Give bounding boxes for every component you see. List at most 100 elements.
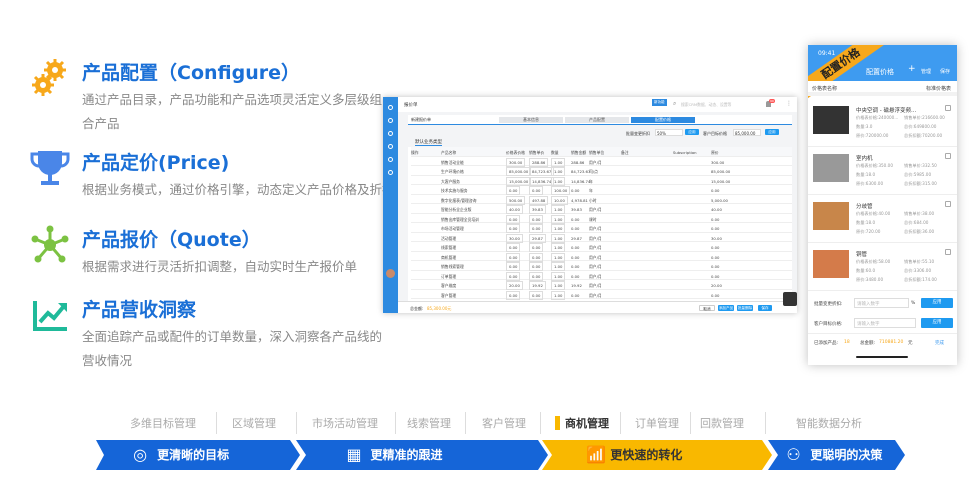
product-image [813, 202, 849, 230]
add-button[interactable]: + [908, 64, 916, 74]
list-price: 价格表价格:240000... [856, 115, 899, 120]
original-price: 15,000.00 [711, 178, 731, 184]
mobile-target-input[interactable]: 请输入数字 [854, 318, 916, 328]
table-row[interactable]: 数字化报表/管理咨询 500.00 497.88 10.00 4,978.81 小时 5,0… [411, 195, 792, 205]
target-icon: ◎ [133, 445, 148, 464]
apply-discount-button[interactable]: 应用 [685, 129, 699, 135]
status-time: 09:41 [818, 50, 836, 57]
sale-amount: 29.87 [571, 235, 582, 241]
nav-item[interactable]: 客户管理 [482, 415, 526, 431]
table-row[interactable]: 活动管理 30.00 29.87 1.00 29.87 用户/月 30.00 [411, 233, 792, 243]
feature-title: 产品报价（Quote） [82, 229, 261, 251]
original-price: 原价:6300.00 [856, 181, 884, 186]
pricebook-value[interactable]: 标准价格表 [926, 85, 951, 92]
table-row[interactable]: 市场活动管理 0.00 0.00 1.00 0.00 用户/月 0.00 [411, 223, 792, 233]
edit-icon[interactable] [945, 249, 951, 255]
nav-item[interactable]: 线索管理 [407, 415, 451, 431]
column-header: 数量 [551, 150, 559, 155]
discount-amount: 总折扣额:70200.00 [904, 133, 943, 138]
nav-item[interactable]: 商机管理 [565, 415, 609, 431]
home-indicator [856, 356, 908, 358]
table-row[interactable]: 客户管理 0.00 0.00 1.00 0.00 用户/月 0.00 [411, 290, 792, 300]
product-name: 销售出库管理全员培训 [441, 216, 479, 222]
edit-icon[interactable] [945, 201, 951, 207]
nav-item[interactable]: 区域管理 [232, 415, 276, 431]
clock-icon[interactable] [388, 170, 393, 175]
unit: 用户/月 [589, 254, 602, 260]
notification-count: 99 [769, 99, 775, 103]
product-card[interactable]: 铜管 价格表价格:58.00 销售单价:55.10 数量:60.0 总价:330… [808, 244, 957, 291]
divider [465, 412, 466, 434]
mobile-apply-target[interactable]: 应用 [921, 318, 953, 328]
page-title: 新建报价单 [411, 117, 431, 122]
nav-item[interactable]: 订单管理 [635, 415, 679, 431]
table-row[interactable]: 销售活动全能 300.00 288.86 1.00 288.86 用户/月 300.00 [411, 157, 792, 167]
table-row[interactable]: 生产环境价格 85,000.00 84,723.67 1.00 84,723.67 司/点… [411, 166, 792, 176]
home-icon[interactable] [388, 118, 393, 123]
table-row[interactable]: 大客户服务 15,000.00 14,836.74 1.00 14,836.74 年 15,… [411, 176, 792, 186]
table-row[interactable]: 商机管理 0.00 0.00 1.00 0.00 用户/月 0.00 [411, 252, 792, 262]
nav-item[interactable]: 智能数据分析 [796, 415, 862, 431]
edit-icon[interactable] [945, 105, 951, 111]
product-card[interactable]: 分歧管 价格表价格:40.00 销售单价:38.00 数量:18.0 总价:68… [808, 196, 957, 243]
table-row[interactable]: 线索管理 0.00 0.00 1.00 0.00 用户/月 0.00 [411, 242, 792, 252]
grid-search-icon: ▦ [346, 445, 362, 464]
search-input[interactable]: 搜索CRM数据、动态、设置等 [681, 102, 731, 108]
product-name: 数字化报表/管理咨询 [441, 197, 477, 203]
mobile-apply-discount[interactable]: 应用 [921, 298, 953, 308]
more-icon[interactable]: ⋮ [786, 100, 792, 107]
target-price-input[interactable]: 85,000.00 [733, 129, 761, 136]
product-name: 室内机 [856, 156, 873, 162]
divider [620, 412, 621, 434]
chat-icon[interactable] [783, 292, 797, 306]
step-price-config[interactable]: 配置价格 [631, 117, 695, 123]
quantity: 数量:18.0 [856, 172, 876, 177]
product-card[interactable]: 室内机 价格表价格:350.00 销售单价:332.50 数量:18.0 总价:… [808, 148, 957, 195]
menu-icon[interactable] [388, 105, 393, 110]
manage-button[interactable]: 管理 [921, 68, 931, 75]
avatar[interactable] [386, 269, 395, 278]
table-row[interactable]: 技术实施与服务 0.00 0.00 100.00 0.00 年 0.00 [411, 185, 792, 195]
table-row[interactable]: 客户维度 20.00 19.92 1.00 19.92 用户/月 20.00 [411, 280, 792, 290]
quantity[interactable]: 1.00 [551, 290, 566, 300]
edit-icon[interactable] [945, 153, 951, 159]
new-feature-badge[interactable]: 新功能 [652, 99, 667, 106]
nav-item[interactable]: 回款管理 [700, 415, 744, 431]
sale-amount: 0.00 [571, 216, 580, 222]
step-product-config[interactable]: 产品配置 [565, 117, 629, 123]
table-row[interactable]: 订单管理 0.00 0.00 1.00 0.00 用户/月 0.00 [411, 271, 792, 281]
product-card[interactable]: 中央空调 - 磁悬浮变频... 价格表价格:240000... 销售单价:216… [808, 100, 957, 147]
nav-item[interactable]: 多维目标管理 [130, 415, 196, 431]
original-price: 0.00 [711, 292, 720, 298]
sidebar [383, 97, 398, 313]
unit: 用户/月 [589, 159, 602, 165]
settings-icon[interactable] [388, 157, 393, 162]
nav-item[interactable]: 市场活动管理 [312, 415, 378, 431]
add-product-button[interactable]: 添加产品 [718, 305, 734, 311]
cancel-button[interactable]: 取消 [699, 305, 715, 311]
batch-delete-button[interactable]: 批量删除 [737, 305, 753, 311]
table-row[interactable]: 销售出库管理全员培训 0.00 0.00 1.00 0.00 课时 0.00 [411, 214, 792, 224]
sale-price[interactable]: 0.00 [529, 290, 544, 300]
chart-icon[interactable] [388, 131, 393, 136]
column-header: Subscription [673, 150, 697, 155]
feature-title: 产品营收洞察 [82, 299, 197, 321]
done-button[interactable]: 完成 [935, 340, 944, 346]
mobile-save-button[interactable]: 保存 [940, 68, 950, 75]
save-button[interactable]: 保存 [758, 305, 772, 311]
unit: 年 [589, 178, 593, 184]
step-basic-info[interactable]: 基本信息 [499, 117, 563, 123]
discount-input[interactable]: 50% [655, 129, 683, 136]
pie-icon[interactable] [388, 144, 393, 149]
mobile-discount-input[interactable]: 请输入数字 [854, 298, 909, 308]
total-label: 总金额: [410, 306, 424, 311]
list-price[interactable]: 0.00 [506, 290, 521, 300]
unit: 课时 [589, 216, 597, 222]
unit: 用户/月 [589, 235, 602, 241]
total-price: 总价:3306.00 [904, 268, 932, 273]
table-row[interactable]: 智能分析全企业版 40.00 39.83 1.00 39.83 用户/月 40.00 [411, 204, 792, 214]
sale-amount: 0.00 [571, 254, 580, 260]
apply-target-button[interactable]: 应用 [765, 129, 779, 135]
original-price: 300.00 [711, 159, 725, 165]
table-row[interactable]: 销售线索管理 0.00 0.00 1.00 0.00 用户/月 0.00 [411, 261, 792, 271]
